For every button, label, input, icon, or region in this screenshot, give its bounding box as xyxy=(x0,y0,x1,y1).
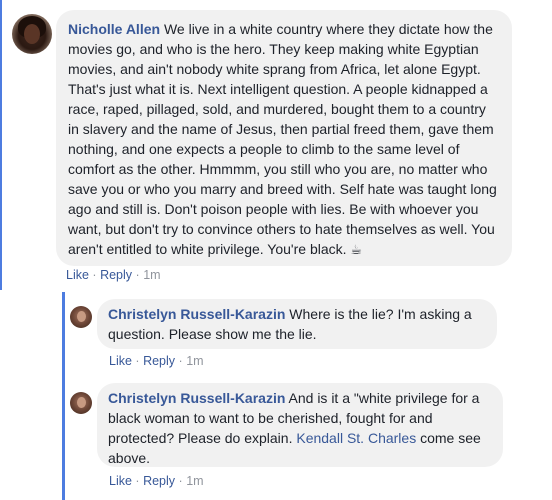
reply-body: Christelyn Russell-Karazin And is it a "… xyxy=(108,388,492,468)
separator-dot: · xyxy=(178,474,183,488)
avatar-face xyxy=(77,311,86,322)
comment-author-link[interactable]: Nicholle Allen xyxy=(68,21,160,37)
separator-dot: · xyxy=(135,474,140,488)
reply-author-link[interactable]: Christelyn Russell-Karazin xyxy=(108,306,285,322)
reply-button[interactable]: Reply xyxy=(100,268,132,282)
comment-bubble: Nicholle Allen We live in a white countr… xyxy=(56,10,512,266)
comment-text: We live in a white country where they di… xyxy=(68,21,497,257)
comment-thread: Nicholle Allen We live in a white countr… xyxy=(0,0,552,500)
reply-timestamp[interactable]: 1m xyxy=(186,354,203,368)
avatar[interactable] xyxy=(12,14,52,54)
reply-bubble: Christelyn Russell-Karazin Where is the … xyxy=(97,299,497,349)
like-button[interactable]: Like xyxy=(109,354,132,368)
reply-button[interactable]: Reply xyxy=(143,354,175,368)
separator-dot: · xyxy=(135,354,140,368)
comment-actions: Like · Reply · 1m xyxy=(66,267,161,283)
avatar[interactable] xyxy=(70,392,92,414)
avatar-face xyxy=(24,24,40,44)
thread-indicator-line xyxy=(0,0,2,290)
reply-bubble: Christelyn Russell-Karazin And is it a "… xyxy=(97,383,503,467)
coffee-emoji-icon: ☕ xyxy=(350,243,363,258)
avatar[interactable] xyxy=(70,306,92,328)
comment-body: Nicholle Allen We live in a white countr… xyxy=(68,19,500,261)
reply-actions: Like · Reply · 1m xyxy=(109,473,204,489)
like-button[interactable]: Like xyxy=(109,474,132,488)
like-button[interactable]: Like xyxy=(66,268,89,282)
reply-actions: Like · Reply · 1m xyxy=(109,353,204,369)
reply-button[interactable]: Reply xyxy=(143,474,175,488)
avatar-face xyxy=(77,397,86,408)
reply-thread-indicator-line xyxy=(62,292,65,500)
separator-dot: · xyxy=(92,268,97,282)
reply-body: Christelyn Russell-Karazin Where is the … xyxy=(108,304,486,344)
comment-timestamp[interactable]: 1m xyxy=(143,268,160,282)
reply-timestamp[interactable]: 1m xyxy=(186,474,203,488)
separator-dot: · xyxy=(135,268,140,282)
separator-dot: · xyxy=(178,354,183,368)
mention-link[interactable]: Kendall St. Charles xyxy=(296,430,416,446)
reply-author-link[interactable]: Christelyn Russell-Karazin xyxy=(108,390,285,406)
